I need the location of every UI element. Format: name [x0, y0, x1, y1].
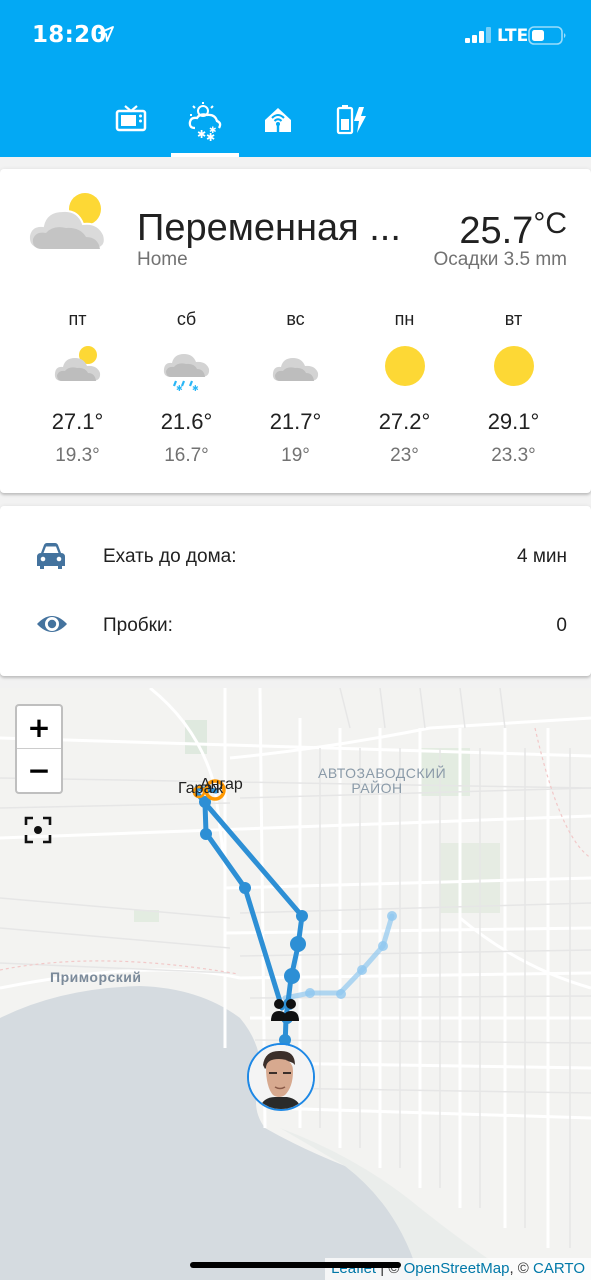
weather-condition: Переменная ... [137, 207, 401, 249]
sunny-icon [385, 346, 425, 386]
tv-icon [115, 105, 147, 132]
forecast-day-name: пт [68, 309, 87, 329]
person-photo [249, 1045, 313, 1109]
traffic-row[interactable]: Пробки: 0 [0, 605, 591, 645]
zoom-out-button[interactable]: − [17, 749, 61, 792]
forecast-high: 27.1° [51, 409, 104, 434]
status-bar: 18:20 LTE [0, 0, 591, 70]
weather-location: Home [137, 249, 188, 270]
person-avatar[interactable] [247, 1043, 315, 1111]
svg-text:✱: ✱ [197, 128, 206, 141]
temperature-value: 25.7 [459, 210, 534, 252]
forecast-low: 16.7° [164, 445, 209, 466]
home-indicator[interactable] [190, 1262, 401, 1268]
sunny-icon [494, 346, 534, 386]
eye-icon [37, 616, 67, 632]
attribution-separator: , © [509, 1260, 534, 1277]
forecast-low: 23.3° [491, 445, 536, 466]
traffic-label: Пробки: [103, 615, 173, 636]
forecast-day-name: сб [176, 309, 197, 329]
drive-time-label: Ехать до дома: [103, 546, 237, 567]
carto-link[interactable]: CARTO [533, 1260, 585, 1277]
tab-bar: ✱ ✱ ✱ [0, 96, 591, 157]
forecast-day: сб ✱ ✱ 21.6° 16.7° [132, 309, 241, 479]
current-temperature: 25.7°C [459, 207, 567, 253]
zone-hangar-label[interactable]: Ангар [200, 776, 243, 794]
car-icon [37, 543, 65, 569]
tab-selection-indicator [171, 153, 239, 157]
partly-cloudy-icon [54, 346, 101, 381]
cellular-signal-icon [465, 27, 491, 43]
forecast-day-name: вт [504, 309, 523, 329]
drive-time-row[interactable]: Ехать до дома: 4 мин [0, 536, 591, 576]
forecast-day: пт 27.1° 19.3° [23, 309, 132, 479]
location-arrow-icon [98, 26, 114, 42]
zoom-control: + − [15, 704, 63, 794]
district-label: АВТОЗАВОДСКИЙ РАЙОН [318, 765, 447, 796]
tab-energy[interactable] [318, 102, 386, 154]
forecast-day: вт 29.1° 23.3° [459, 309, 568, 479]
svg-text:✱: ✱ [209, 126, 217, 136]
osm-link[interactable]: OpenStreetMap [404, 1260, 510, 1277]
location-map[interactable]: АВТОЗАВОДСКИЙ РАЙОН Приморский Гараж Анг… [0, 688, 591, 1280]
travel-info-card: Ехать до дома: 4 мин Пробки: 0 [0, 506, 591, 676]
weather-forecast-card[interactable]: Переменная ... Home 25.7°C Осадки 3.5 mm… [0, 169, 591, 493]
forecast-day: вс 21.7° 19° [241, 309, 350, 479]
tab-media[interactable] [97, 102, 165, 154]
forecast-day: пн 27.2° 23° [350, 309, 459, 479]
battery-icon [528, 26, 566, 45]
forecast-low: 19.3° [55, 445, 100, 466]
fit-bounds-icon[interactable] [24, 816, 52, 844]
primorsky-label: Приморский [50, 969, 142, 985]
drive-time-value: 4 мин [516, 546, 567, 567]
temperature-unit: °C [533, 207, 567, 240]
forecast-list: пт 27.1° 19.3° сб ✱ ✱ 21.6° 16.7° вс 21.… [23, 309, 568, 479]
forecast-low: 23° [390, 445, 419, 466]
svg-text:✱: ✱ [176, 384, 183, 391]
weather-partly-snowy-icon: ✱ ✱ ✱ [188, 102, 222, 142]
precipitation: Осадки 3.5 mm [433, 249, 567, 270]
forecast-day-name: пн [394, 309, 415, 329]
tab-home[interactable] [244, 102, 312, 154]
home-automation-icon [265, 108, 291, 132]
network-type: LTE [497, 26, 529, 46]
forecast-high: 29.1° [487, 409, 540, 434]
tab-weather[interactable]: ✱ ✱ ✱ [171, 102, 239, 154]
app-header: 18:20 LTE ✱ ✱ ✱ [0, 0, 591, 157]
zoom-in-button[interactable]: + [17, 706, 61, 749]
forecast-day-name: вс [286, 309, 305, 329]
forecast-high: 21.7° [269, 409, 322, 434]
forecast-high: 27.2° [378, 409, 431, 434]
svg-text:✱: ✱ [192, 384, 199, 391]
battery-charging-icon [336, 105, 366, 135]
status-time: 18:20 [32, 22, 107, 48]
forecast-high: 21.6° [160, 409, 213, 434]
partly-cloudy-icon [28, 193, 106, 250]
forecast-low: 19° [281, 445, 310, 466]
cloudy-icon [272, 358, 319, 381]
traffic-value: 0 [556, 615, 567, 636]
snowy-rainy-icon: ✱ ✱ [163, 354, 210, 391]
